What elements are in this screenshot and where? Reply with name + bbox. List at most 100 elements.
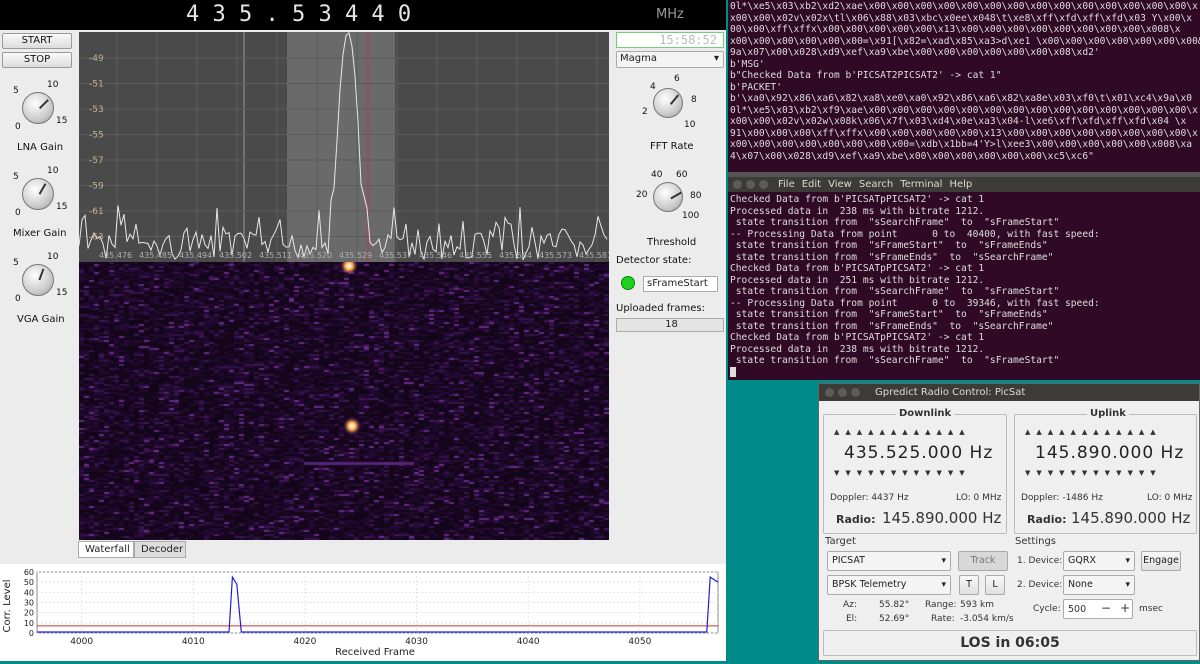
uplink-radio-label: Radio: <box>1027 513 1067 526</box>
rate-value: -3.054 km/s <box>960 614 1014 624</box>
knob-tick: 5 <box>13 86 19 96</box>
terminal-line: x00\x00\x02v\x02x\tl\x06\x88\x03\xbc\x0e… <box>730 12 1193 24</box>
tab-decoder[interactable]: Decoder <box>134 541 186 558</box>
spectrum-x-tick-label: 435.485 <box>139 251 172 260</box>
correlation-y-tick-label: 0 <box>29 629 34 638</box>
device1-select[interactable]: GQRX <box>1063 551 1135 571</box>
spectrum-x-tick-label: 435.529 <box>339 251 372 260</box>
knob-tick: 4 <box>650 82 656 92</box>
gpredict-radio-control-window: Gpredict Radio Control: PicSat Downlink … <box>818 383 1200 661</box>
knob-tick: 5 <box>13 258 19 268</box>
menu-item-terminal[interactable]: Terminal <box>900 179 942 190</box>
filter-passband[interactable] <box>287 32 395 262</box>
spectrum-x-tick-label: 435.476 <box>99 251 132 260</box>
spectrum-y-tick-label: -59 <box>89 182 104 192</box>
knob-tick: 15 <box>56 202 68 212</box>
colormap-select[interactable]: Magma ▾ <box>616 51 724 68</box>
terminal-line: -- Processing Data from point 0 to 40400… <box>730 228 1100 240</box>
mixer-gain-label: Mixer Gain <box>13 228 67 239</box>
settings-section-label: Settings <box>1015 536 1057 547</box>
terminal-line: Checked Data from b'PICSATpPICSAT2' -> c… <box>730 263 985 274</box>
knob-tick: 8 <box>691 95 697 105</box>
spectrum-x-tick-label: 435.573 <box>539 251 572 260</box>
range-label: Range: <box>925 600 957 610</box>
spectrum-y-tick-label: -55 <box>89 131 104 141</box>
rate-label: Rate: <box>931 614 955 624</box>
uplink-frame: Uplink ▲▲▲▲▲▲▲▲▲▲▲▲ 145.890.000 Hz ▼▼▼▼▼… <box>1014 408 1197 534</box>
threshold-knob[interactable] <box>653 182 683 212</box>
cycle-increment-button[interactable]: + <box>1120 601 1130 615</box>
clock-display: 15:58:52 <box>616 32 724 48</box>
knob-tick: 10 <box>47 80 59 90</box>
maximize-window-icon[interactable] <box>851 388 860 397</box>
minimize-window-icon[interactable] <box>746 180 755 189</box>
downlink-lo: LO: 0 MHz <box>956 493 1002 503</box>
sdr-app-window: 4 3 5 . 5 3 4 4 0 MHz START STOP 5 10 0 … <box>0 0 726 661</box>
menu-item-view[interactable]: View <box>828 179 852 190</box>
terminal-line: x00\x00\x00\x00\x00\x00=\x91[\x82=\xad\x… <box>730 35 1200 47</box>
close-window-icon[interactable] <box>733 180 742 189</box>
terminal-window-top[interactable]: 0l*\xe5\x03\xb2\xd2\xae\x00\x00\x00\x00\… <box>728 0 1200 172</box>
correlation-y-tick-label: 10 <box>24 619 34 628</box>
mixer-gain-knob[interactable] <box>22 178 54 210</box>
satellite-select[interactable]: PICSAT <box>827 551 951 571</box>
t-button[interactable]: T <box>959 575 979 595</box>
track-button[interactable]: Track <box>958 551 1008 571</box>
detector-state-field: sFrameStart <box>643 276 718 292</box>
downlink-doppler: Doppler: 4437 Hz <box>830 493 909 503</box>
downlink-down-arrows[interactable]: ▼▼▼▼▼▼▼▼▼▼▼▼ <box>834 469 971 477</box>
downlink-radio-frequency: 145.890.000 Hz <box>882 509 1002 527</box>
correlation-y-tick-label: 60 <box>24 568 34 577</box>
correlation-x-tick-label: 4000 <box>70 637 93 647</box>
detector-state-label: Detector state: <box>616 255 692 266</box>
vga-gain-knob[interactable] <box>22 264 54 296</box>
menu-item-edit[interactable]: Edit <box>802 179 821 190</box>
colormap-value: Magma <box>620 53 657 64</box>
knob-tick: 10 <box>684 120 696 130</box>
terminal-line: b"Checked Data from b'PICSAT2PICSAT2' ->… <box>730 70 1002 81</box>
terminal-menubar: File Edit View Search Terminal Help <box>728 177 1200 192</box>
maximize-window-icon[interactable] <box>759 180 768 189</box>
knob-tick: 10 <box>47 252 59 262</box>
knob-tick: 0 <box>15 294 21 304</box>
mode-select[interactable]: BPSK Telemetry <box>827 575 951 595</box>
menu-item-search[interactable]: Search <box>859 179 893 190</box>
uplink-lo: LO: 0 MHz <box>1147 493 1193 503</box>
uplink-down-arrows[interactable]: ▼▼▼▼▼▼▼▼▼▼▼▼ <box>1025 469 1162 477</box>
cycle-value[interactable]: 500 <box>1068 604 1086 615</box>
fft-rate-knob[interactable] <box>653 88 683 118</box>
menu-item-file[interactable]: File <box>778 179 795 190</box>
correlation-svg: 0102030405060 4000 4010 4020 4030 4040 4050 C… <box>2 568 719 658</box>
waterfall-display[interactable] <box>79 262 609 540</box>
uplink-frequency[interactable]: 145.890.000 Hz <box>1035 443 1184 463</box>
tab-waterfall[interactable]: Waterfall <box>78 541 134 558</box>
cycle-decrement-button[interactable]: − <box>1101 601 1111 615</box>
cycle-spinbox[interactable]: 500 − + <box>1063 599 1133 619</box>
chevron-down-icon: ▾ <box>713 53 719 64</box>
gpredict-title: Gpredict Radio Control: PicSat <box>875 387 1026 398</box>
spectrum-x-tick-label: 435.546 <box>419 251 452 260</box>
l-button[interactable]: L <box>985 575 1005 595</box>
downlink-up-arrows[interactable]: ▲▲▲▲▲▲▲▲▲▲▲▲ <box>834 428 971 436</box>
stop-button[interactable]: STOP <box>2 52 72 68</box>
frequency-digits[interactable]: 4 3 5 . 5 3 4 4 0 <box>186 2 411 27</box>
close-window-icon[interactable] <box>825 388 834 397</box>
uplink-up-arrows[interactable]: ▲▲▲▲▲▲▲▲▲▲▲▲ <box>1025 428 1162 436</box>
minimize-window-icon[interactable] <box>838 388 847 397</box>
vga-gain-label: VGA Gain <box>17 314 65 325</box>
device2-select[interactable]: None <box>1063 575 1135 595</box>
correlation-y-tick-label: 30 <box>24 599 34 608</box>
uplink-radio-frequency: 145.890.000 Hz <box>1071 509 1191 527</box>
elevation-value: 52.69° <box>879 614 910 624</box>
terminal-line: 0l*\xe5\x03\xb2\xf9\xae\x00\x00\x00\x00\… <box>730 104 1198 116</box>
menu-item-help[interactable]: Help <box>949 179 972 190</box>
lna-gain-knob[interactable] <box>22 92 54 124</box>
spectrum-plot[interactable]: -49 -51 -53 -55 -57 -59 -61 -63 435.476 435.485 4… <box>79 32 609 262</box>
terminal-window-main[interactable]: File Edit View Search Terminal Help Checked D… <box>728 177 1200 380</box>
azimuth-label: Az: <box>843 600 857 610</box>
spectrum-svg: -49 -51 -53 -55 -57 -59 -61 -63 435.476 435.485 4… <box>79 32 609 262</box>
engage-button[interactable]: Engage <box>1141 551 1181 571</box>
start-button[interactable]: START <box>2 33 72 49</box>
detector-status-led <box>621 276 635 290</box>
downlink-frequency[interactable]: 435.525.000 Hz <box>844 443 993 463</box>
